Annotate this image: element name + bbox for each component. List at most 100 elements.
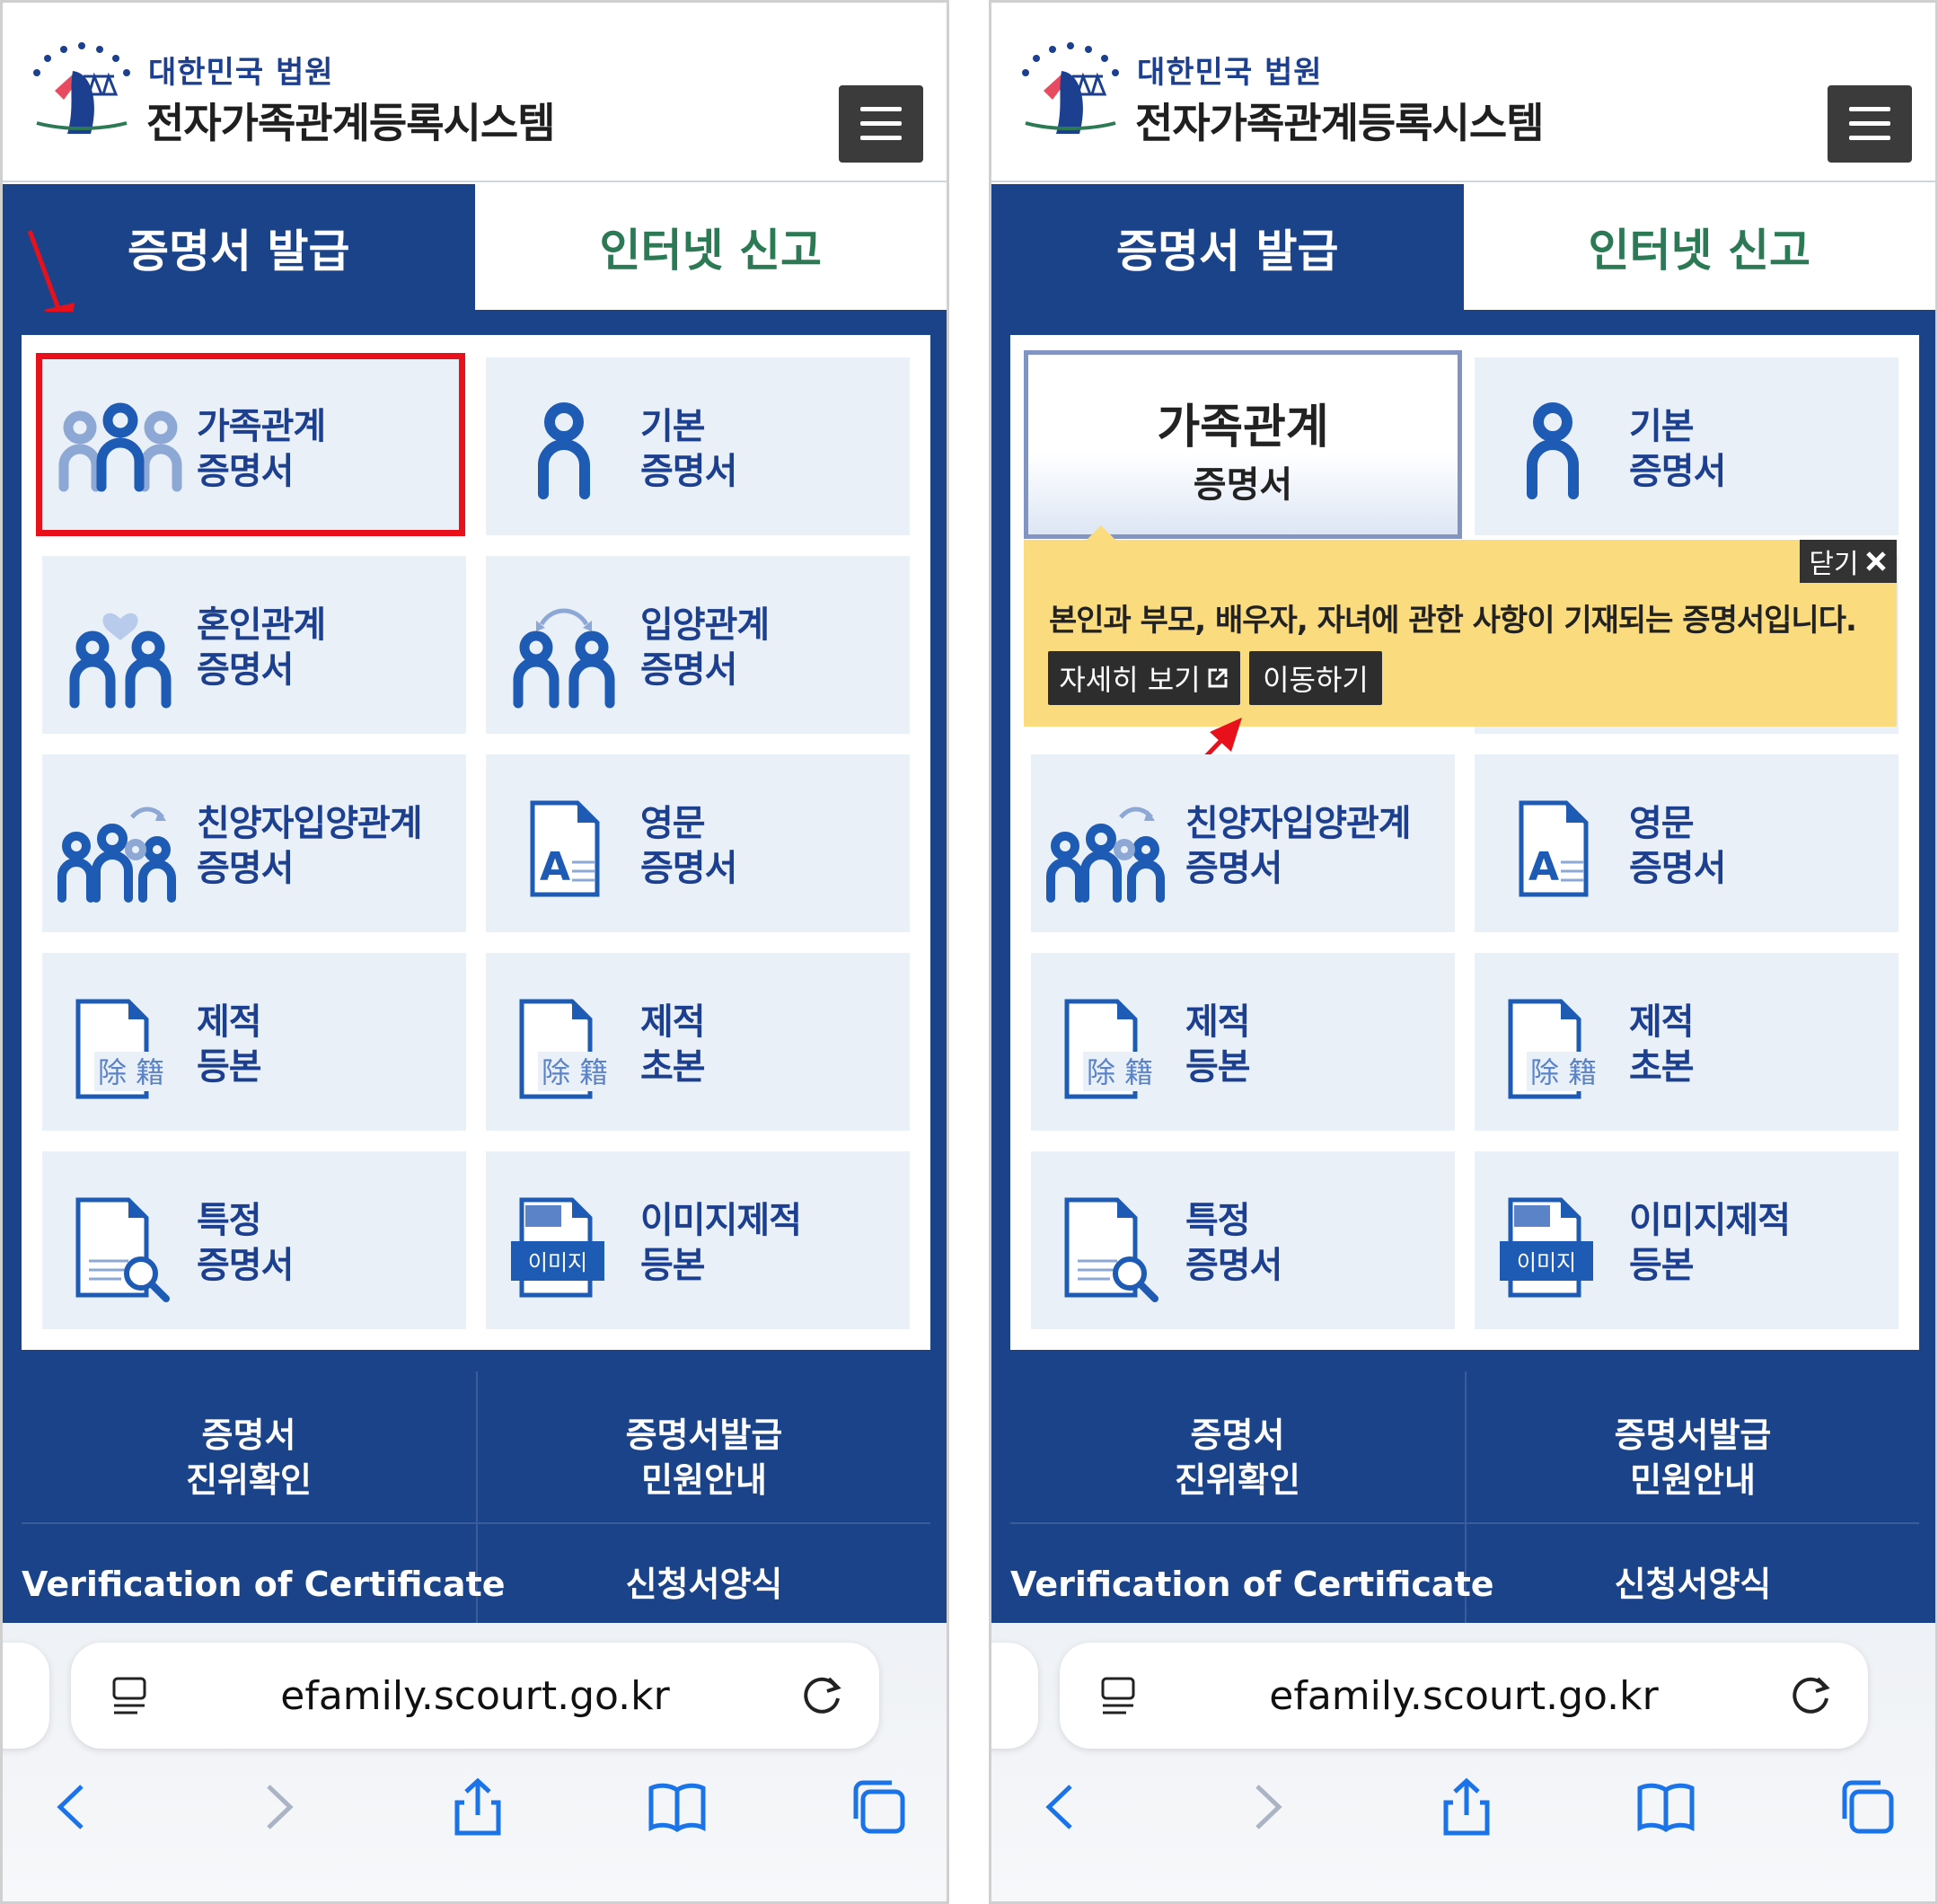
tile-removed-register-full[interactable]: 除 籍 제적 등본	[1031, 953, 1455, 1131]
tooltip-description: 본인과 부모, 배우자, 자녀에 관한 사항이 기재되는 증명서입니다.	[1049, 603, 1857, 639]
selected-tile-subtitle: 증명서	[1193, 464, 1293, 506]
tile-basic[interactable]: 기본 증명서	[486, 357, 910, 535]
verification-en-link[interactable]: Verification of Certificate	[1010, 1562, 1494, 1607]
forward-icon[interactable]	[1234, 1776, 1297, 1838]
verification-en-link[interactable]: Verification of Certificate	[22, 1562, 506, 1607]
previous-tab-stub[interactable]	[3, 1643, 49, 1749]
share-icon[interactable]	[1435, 1776, 1498, 1838]
url-text: efamily.scourt.go.kr	[1269, 1673, 1659, 1719]
hamburger-menu-button[interactable]	[839, 85, 923, 163]
browser-chrome: efamily.scourt.go.kr	[3, 1623, 947, 1901]
tile-label: 입양관계 증명서	[640, 604, 770, 691]
system-name: 전자가족관계등록시스템	[146, 99, 556, 147]
cert-guide-link[interactable]: 증명서발급 민원안내	[478, 1413, 930, 1503]
tile-english[interactable]: A 영문 증명서	[486, 754, 910, 932]
register-glyph: 除 籍	[98, 1055, 164, 1089]
selected-tile-title: 가족관계	[1157, 401, 1329, 454]
close-icon	[1865, 551, 1886, 571]
tile-label: 이미지제적 등본	[1629, 1200, 1791, 1286]
bookmarks-icon[interactable]	[1634, 1776, 1697, 1838]
tile-label: 영문 증명서	[1629, 803, 1726, 889]
main-tabs: 증명서 발급 인터넷 신고	[991, 184, 1935, 312]
english-doc-icon: A	[1519, 800, 1589, 897]
tile-label: 친양자입양관계 증명서	[197, 803, 423, 889]
tile-specific[interactable]: 특정 증명서	[42, 1151, 466, 1329]
removed-register-icon: 除 籍	[1064, 999, 1176, 1099]
reload-icon[interactable]	[798, 1671, 847, 1720]
back-icon[interactable]	[1031, 1776, 1094, 1838]
tile-family-relation-selected[interactable]: 가족관계 증명서	[1024, 350, 1462, 539]
verify-cert-link[interactable]: 증명서 진위확인	[22, 1413, 476, 1503]
certificate-panel: 가족관계 증명서 기본 증명서 혼인관계 증명서 입양관계 증명서 친양자입양관…	[22, 335, 930, 1350]
tile-full-adoption[interactable]: 친양자입양관계 증명서	[1031, 754, 1455, 932]
menu-line	[860, 136, 902, 140]
menu-line	[860, 107, 902, 111]
verify-cert-link[interactable]: 증명서 진위확인	[1010, 1413, 1465, 1503]
tooltip-close-button[interactable]: 닫기	[1800, 540, 1897, 583]
bottom-links: 증명서 진위확인 증명서발급 민원안내 Verification of Cert…	[1010, 1371, 1919, 1641]
application-forms-link[interactable]: 신청서양식	[478, 1562, 930, 1607]
tab-certificate-issue[interactable]: 증명서 발급	[991, 184, 1464, 312]
adoption-icon	[513, 608, 615, 709]
share-icon[interactable]	[446, 1776, 509, 1838]
removed-register-icon: 除 籍	[75, 999, 188, 1099]
tile-label: 특정 증명서	[1185, 1200, 1282, 1286]
tile-image-register[interactable]: 이미지 이미지제적 등본	[1475, 1151, 1898, 1329]
tile-label: 제적 초본	[640, 1001, 706, 1088]
register-glyph: 除 籍	[542, 1055, 608, 1089]
menu-line	[1849, 121, 1890, 126]
divider	[1010, 1522, 1919, 1524]
forward-icon[interactable]	[245, 1776, 308, 1838]
browser-chrome: efamily.scourt.go.kr	[991, 1623, 1935, 1901]
image-register-icon: 이미지	[1500, 1197, 1593, 1298]
tile-full-adoption[interactable]: 친양자입양관계 증명서	[42, 754, 466, 932]
tile-label: 이미지제적 등본	[640, 1200, 802, 1286]
tile-basic[interactable]: 기본 증명서	[1475, 357, 1898, 535]
back-icon[interactable]	[42, 1776, 105, 1838]
red-highlight-box	[36, 353, 465, 536]
tile-image-register[interactable]: 이미지 이미지제적 등본	[486, 1151, 910, 1329]
screenshot-after: 대한민국 법원 전자가족관계등록시스템 증명서 발급 인터넷 신고 가족관계 증…	[989, 0, 1938, 1904]
site-header: 대한민국 법원 전자가족관계등록시스템	[3, 3, 947, 182]
tabs-icon[interactable]	[847, 1776, 910, 1838]
org-name: 대한민국 법원	[1137, 55, 1323, 91]
screenshot-before: 대한민국 법원 전자가족관계등록시스템 증명서 발급 인터넷 신고 가족관계 증…	[0, 0, 949, 1904]
svg-text:A: A	[540, 844, 570, 890]
image-badge: 이미지	[528, 1250, 587, 1275]
tab-internet-report[interactable]: 인터넷 신고	[474, 184, 947, 312]
svg-text:A: A	[1528, 844, 1559, 890]
application-forms-link[interactable]: 신청서양식	[1467, 1562, 1919, 1607]
address-bar[interactable]: efamily.scourt.go.kr	[1060, 1643, 1868, 1749]
tile-label: 기본 증명서	[1629, 406, 1726, 492]
tile-removed-register-abstract[interactable]: 除 籍 제적 초본	[1475, 953, 1898, 1131]
address-bar[interactable]: efamily.scourt.go.kr	[71, 1643, 879, 1749]
go-button[interactable]: 이동하기	[1249, 651, 1382, 705]
hamburger-menu-button[interactable]	[1828, 85, 1912, 163]
tile-label: 제적 등본	[197, 1001, 262, 1088]
court-logo-icon	[33, 42, 130, 134]
tile-label: 친양자입양관계 증명서	[1185, 803, 1412, 889]
cert-guide-link[interactable]: 증명서발급 민원안내	[1467, 1413, 1919, 1503]
tile-marriage[interactable]: 혼인관계 증명서	[42, 556, 466, 734]
tile-english[interactable]: A 영문 증명서	[1475, 754, 1898, 932]
tile-removed-register-full[interactable]: 除 籍 제적 등본	[42, 953, 466, 1131]
tab-internet-report[interactable]: 인터넷 신고	[1463, 184, 1935, 312]
service-area: 가족관계 증명서 기본 증명서 혼인관계 증명서 입양관계 증명서 친양자입양관…	[3, 312, 947, 1641]
main-tabs: 증명서 발급 인터넷 신고	[3, 184, 947, 312]
image-register-icon: 이미지	[511, 1197, 604, 1298]
search-doc-icon	[1064, 1197, 1158, 1302]
bookmarks-icon[interactable]	[646, 1776, 709, 1838]
site-header: 대한민국 법원 전자가족관계등록시스템	[991, 3, 1935, 182]
reload-icon[interactable]	[1787, 1671, 1836, 1720]
comparison-stage: 대한민국 법원 전자가족관계등록시스템 증명서 발급 인터넷 신고 가족관계 증…	[0, 0, 1938, 1904]
detail-view-button[interactable]: 자세히 보기	[1048, 651, 1240, 705]
tabs-icon[interactable]	[1836, 1776, 1898, 1838]
tile-label: 영문 증명서	[640, 803, 737, 889]
tile-adoption[interactable]: 입양관계 증명서	[486, 556, 910, 734]
previous-tab-stub[interactable]	[991, 1643, 1038, 1749]
person-icon	[538, 402, 590, 499]
tile-specific[interactable]: 특정 증명서	[1031, 1151, 1455, 1329]
tile-removed-register-abstract[interactable]: 除 籍 제적 초본	[486, 953, 910, 1131]
image-badge: 이미지	[1517, 1250, 1576, 1275]
close-label: 닫기	[1809, 549, 1859, 580]
